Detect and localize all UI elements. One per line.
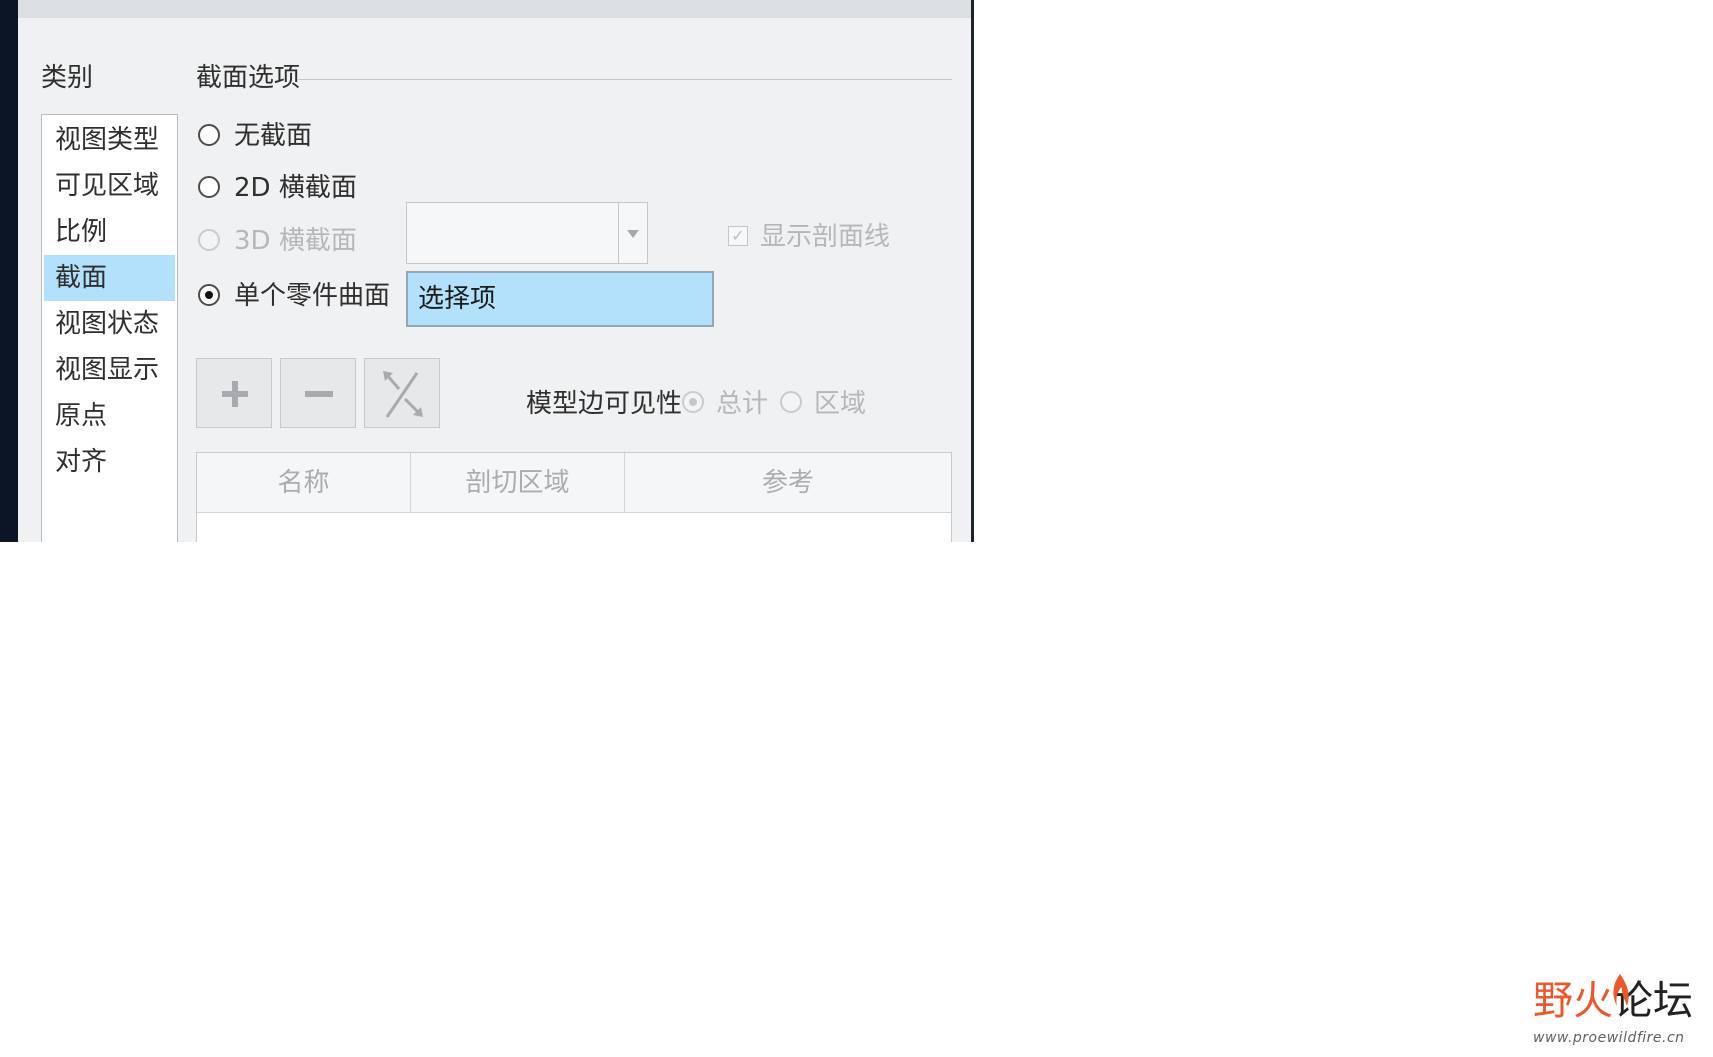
radio-2d-section[interactable] xyxy=(198,176,220,198)
show-hatching-label: 显示剖面线 xyxy=(760,222,891,252)
radio-3d-section[interactable] xyxy=(198,229,220,251)
flip-direction-button[interactable] xyxy=(364,358,440,428)
category-item-view-type[interactable]: 视图类型 xyxy=(44,117,175,163)
category-item-view-display[interactable]: 视图显示 xyxy=(44,347,175,393)
radio-3d-section-label: 3D 横截面 xyxy=(234,226,357,256)
selection-collector-label: 选择项 xyxy=(418,284,497,314)
forum-watermark: 野火论坛 www.proewildfire.cn xyxy=(1533,974,1713,1057)
category-item-sections[interactable]: 截面 xyxy=(44,255,175,301)
category-item-alignment[interactable]: 对齐 xyxy=(44,439,175,485)
model-edge-visibility-label: 模型边可见性 xyxy=(526,389,683,419)
dialog-titlebar xyxy=(18,0,971,18)
radio-edge-area-label: 区域 xyxy=(814,389,867,419)
radio-no-section[interactable] xyxy=(198,124,220,146)
radio-single-part-surface[interactable] xyxy=(198,284,220,306)
plus-icon xyxy=(222,381,248,407)
show-hatching-checkbox[interactable]: ✓ xyxy=(728,226,748,246)
category-list[interactable]: 视图类型 可见区域 比例 截面 视图状态 视图显示 原点 对齐 xyxy=(41,114,178,542)
watermark-title-part1: 野火 xyxy=(1533,978,1613,1024)
category-item-scale[interactable]: 比例 xyxy=(44,209,175,255)
category-item-visible-area[interactable]: 可见区域 xyxy=(44,163,175,209)
radio-2d-section-label: 2D 横截面 xyxy=(234,173,357,203)
column-header-reference[interactable]: 参考 xyxy=(625,453,951,513)
category-item-view-states[interactable]: 视图状态 xyxy=(44,301,175,347)
section-options-title: 截面选项 xyxy=(196,63,301,93)
category-item-origin[interactable]: 原点 xyxy=(44,393,175,439)
category-label: 类别 xyxy=(41,63,94,93)
radio-edge-total[interactable] xyxy=(682,391,704,413)
selection-collector[interactable]: 选择项 xyxy=(406,271,714,327)
watermark-url: www.proewildfire.cn xyxy=(1533,1030,1685,1046)
remove-section-button[interactable] xyxy=(280,358,356,428)
flame-icon xyxy=(1613,974,1629,1006)
radio-edge-total-label: 总计 xyxy=(716,389,769,419)
drawing-view-dialog: 类别 视图类型 可见区域 比例 截面 视图状态 视图显示 原点 对齐 截面选项 … xyxy=(18,0,974,542)
flip-direction-icon xyxy=(383,371,423,418)
section-combo[interactable] xyxy=(406,202,648,264)
column-header-name[interactable]: 名称 xyxy=(197,453,411,513)
radio-no-section-label: 无截面 xyxy=(234,121,313,151)
minus-icon xyxy=(305,391,333,397)
add-section-button[interactable] xyxy=(196,358,272,428)
chevron-down-icon[interactable] xyxy=(627,230,639,238)
radio-single-part-surface-label: 单个零件曲面 xyxy=(234,281,391,311)
column-header-cut-area[interactable]: 剖切区域 xyxy=(411,453,625,513)
group-divider xyxy=(298,79,952,80)
radio-edge-area[interactable] xyxy=(780,391,802,413)
window-edge xyxy=(0,0,18,542)
section-table[interactable]: 名称 剖切区域 参考 xyxy=(196,452,952,542)
